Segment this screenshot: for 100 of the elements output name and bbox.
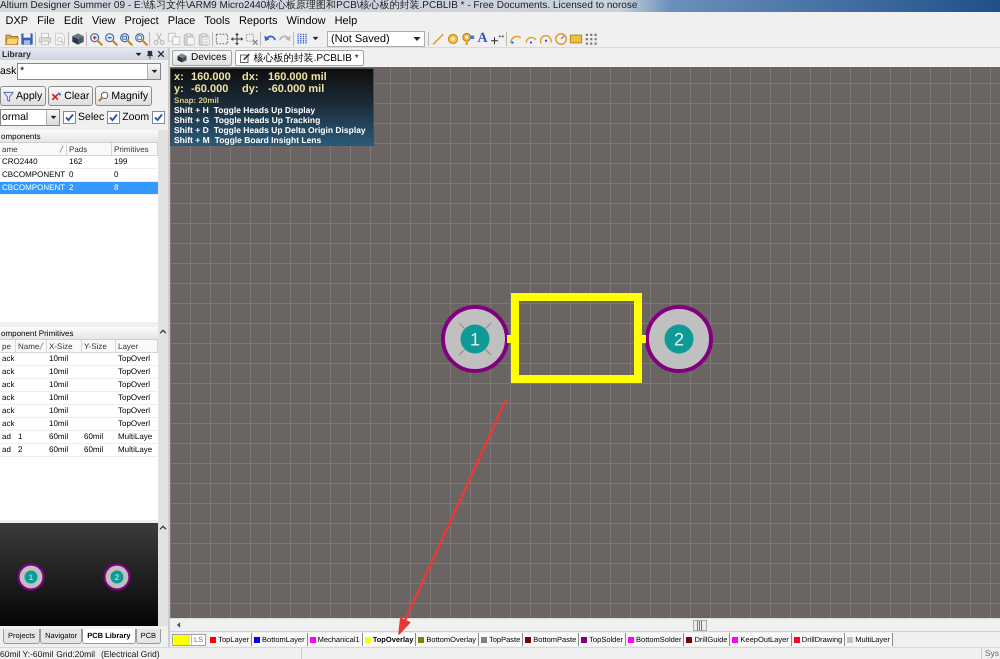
menu-item[interactable]: File <box>32 15 60 27</box>
table-cell-text: 2 <box>68 182 74 194</box>
folder-icon <box>4 32 18 46</box>
pin-icon[interactable] <box>145 50 154 58</box>
table-cell-text: 0 <box>113 169 120 181</box>
caret-icon <box>50 114 56 120</box>
ring-tag-icon <box>460 32 474 46</box>
section-title: omponents <box>0 130 158 143</box>
table-cell-text: MultiLaye <box>117 431 154 443</box>
menu-item[interactable]: Place <box>163 15 200 27</box>
scroll-up-icon[interactable] <box>159 525 167 530</box>
caret-icon <box>312 36 318 41</box>
dot-grid-icon <box>584 32 598 46</box>
save-button[interactable] <box>19 30 34 46</box>
dropdown-button[interactable] <box>46 110 59 124</box>
table-cell-text: 60mil <box>48 431 70 443</box>
shortcut-keys: Shift + G <box>174 115 210 125</box>
origin-marker-icon <box>458 322 492 356</box>
page-magnifier-icon <box>52 32 66 46</box>
table-cell-text: TopOverl <box>117 418 152 430</box>
table-row[interactable]: ack 10mil TopOverl <box>0 366 158 379</box>
scroll-left-icon[interactable] <box>176 621 181 629</box>
table-row[interactable]: ad 1 60mil 60mil MultiLaye <box>0 431 158 444</box>
clipboard-icon <box>182 32 196 46</box>
via-tool-button[interactable] <box>460 30 475 46</box>
table-cell-text: 1 <box>17 431 24 443</box>
table-cell-text: 10mil <box>48 353 70 365</box>
clear-button[interactable]: Clear <box>48 86 94 106</box>
magnify-button[interactable]: Magnify <box>95 86 152 106</box>
delta-value: 160.000 mil <box>268 71 328 83</box>
pad <box>441 305 509 373</box>
circle-icon <box>554 32 568 46</box>
table-row[interactable]: ack 10mil TopOverl <box>0 418 158 431</box>
table-cell-text: 162 <box>68 156 84 168</box>
menu-item[interactable]: Edit <box>59 15 88 27</box>
shortcut-description: Toggle Heads Up Delta Origin Display <box>214 125 366 135</box>
zoom-selected-button[interactable] <box>133 30 148 46</box>
zoom-in-button[interactable] <box>88 30 103 46</box>
mask-field[interactable]: * <box>17 62 161 80</box>
system-button[interactable]: Sys <box>980 648 1000 659</box>
table-cell-text: CBCOMPONENT <box>1 182 66 194</box>
scrollbar-thumb[interactable] <box>693 620 707 630</box>
table-cell-text: ack <box>1 418 16 430</box>
pad <box>17 563 45 591</box>
text-tool-button[interactable]: A <box>475 30 490 46</box>
section-title: omponent Primitives <box>0 327 158 340</box>
table-row[interactable]: ack 10mil TopOverl <box>0 392 158 405</box>
table-cell-text: 10mil <box>48 418 70 430</box>
checkbox[interactable] <box>152 110 166 124</box>
column-header[interactable]: ame <box>0 143 67 155</box>
table-row[interactable]: ad 2 60mil 60mil MultiLaye <box>0 444 158 457</box>
table-cell-text: ack <box>1 353 16 365</box>
column-header[interactable]: Name <box>16 340 47 352</box>
table-cell-text: CRO2440 <box>1 156 39 168</box>
column-header[interactable]: Y-Size <box>82 340 116 352</box>
table-row[interactable]: ack 10mil TopOverl <box>0 353 158 366</box>
zoom-out-button[interactable] <box>103 30 118 46</box>
dropdown-button[interactable] <box>147 64 160 78</box>
menu-item[interactable]: DXP <box>1 15 33 27</box>
table-cell-text: TopOverl <box>117 353 152 365</box>
menu-item[interactable]: Reports <box>234 15 282 27</box>
table-row[interactable]: CRO2440 162 199 <box>0 156 158 169</box>
cross-brush-icon <box>51 90 62 102</box>
checkbox[interactable] <box>107 110 120 124</box>
document-tab[interactable]: 核心板的封装.PCBLIB * <box>234 50 364 66</box>
scroll-up-icon[interactable] <box>159 329 167 334</box>
column-header[interactable]: X-Size <box>47 340 82 352</box>
dashed-rectangle-icon <box>214 32 228 46</box>
delta-value: -60.000 mil <box>268 83 326 95</box>
menu-item[interactable]: Tools <box>200 15 234 27</box>
field-label: ask <box>0 65 17 77</box>
3d-view-button[interactable] <box>70 30 85 46</box>
column-header[interactable]: pe <box>0 340 16 352</box>
pad <box>645 305 713 373</box>
apply-button[interactable]: Apply <box>0 86 46 106</box>
document-tab[interactable]: Devices <box>172 50 232 66</box>
checkbox[interactable] <box>63 110 76 124</box>
caret-icon[interactable] <box>135 52 142 56</box>
table-row[interactable]: ack 10mil TopOverl <box>0 405 158 418</box>
table-cell-text: TopOverl <box>117 405 152 417</box>
column-header[interactable]: Pads <box>67 143 112 155</box>
menu-item[interactable]: Project <box>120 15 164 27</box>
delta-label: dy: <box>242 83 260 95</box>
mode-dropdown[interactable]: ormal <box>0 108 60 126</box>
menu-item[interactable]: Help <box>330 15 362 27</box>
table-cell-text: ad <box>1 444 12 456</box>
clipboard-list-icon <box>196 32 210 46</box>
variant-dropdown[interactable]: (Not Saved) <box>327 30 425 46</box>
cube-icon <box>176 52 188 64</box>
move-button[interactable] <box>229 30 244 46</box>
zoom-area-button[interactable] <box>118 30 133 46</box>
pad <box>103 563 131 591</box>
table-row[interactable]: ack 10mil TopOverl <box>0 379 158 392</box>
table-cell-text: 10mil <box>48 392 70 404</box>
menu-item[interactable]: View <box>87 15 120 27</box>
four-arrows-icon <box>230 32 244 46</box>
table-cell-text: 2 <box>17 444 24 456</box>
menu-item[interactable]: Window <box>282 15 330 27</box>
close-icon[interactable] <box>157 50 165 58</box>
pad-number: 1 <box>28 572 34 582</box>
